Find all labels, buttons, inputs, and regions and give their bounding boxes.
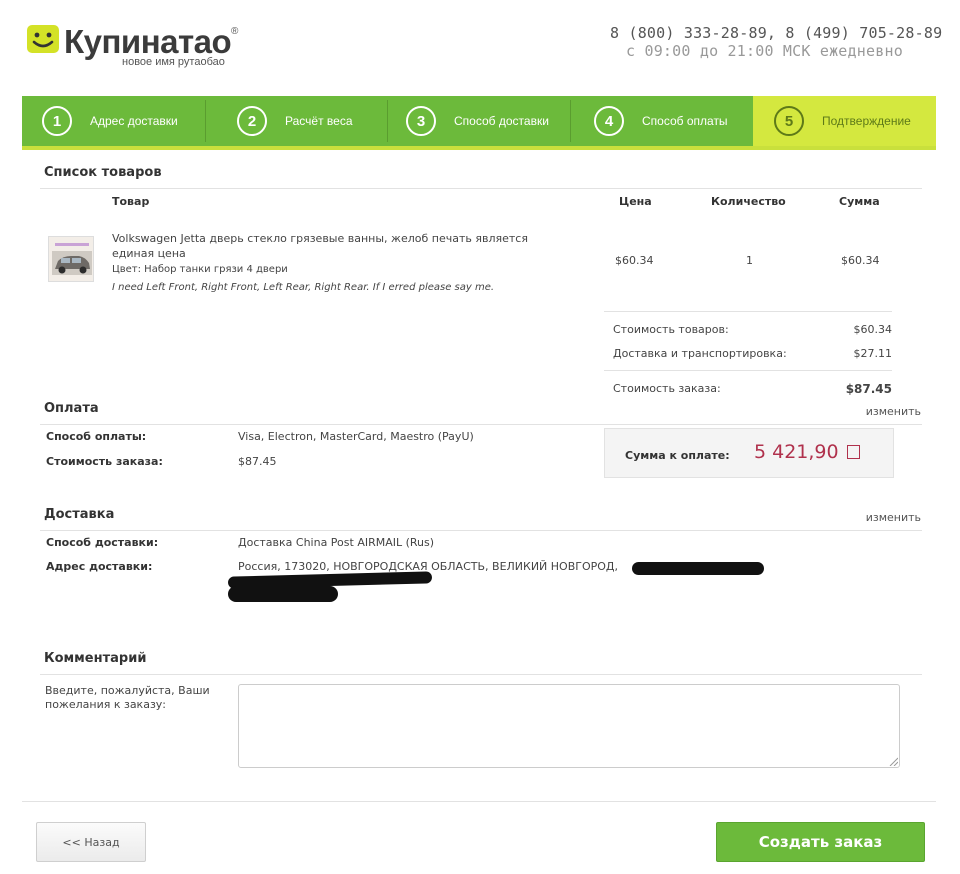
step-number: 4 <box>594 106 624 136</box>
payment-change-link[interactable]: изменить <box>866 405 921 418</box>
car-image-icon <box>49 237 93 281</box>
contact-info: 8 (800) 333-28-89, 8 (499) 705-28-89 с 0… <box>610 24 943 60</box>
delivery-method-value: Доставка China Post AIRMAIL (Rus) <box>238 536 435 549</box>
delivery-method-label: Способ доставки: <box>46 536 159 549</box>
col-header-qty: Количество <box>711 195 786 208</box>
comment-textarea[interactable] <box>238 684 900 768</box>
resize-grip-icon[interactable] <box>888 756 898 766</box>
divider <box>604 311 892 312</box>
step-delivery-method[interactable]: 3 Способ доставки <box>406 96 549 146</box>
step-address[interactable]: 1 Адрес доставки <box>42 96 178 146</box>
step-label: Способ доставки <box>454 114 549 128</box>
step-label: Расчёт веса <box>285 114 353 128</box>
divider <box>40 424 922 425</box>
col-header-sum: Сумма <box>839 195 880 208</box>
payment-method-value: Visa, Electron, MasterCard, Maestro (Pay… <box>238 430 474 443</box>
payment-cost-value: $87.45 <box>238 455 277 468</box>
step-label: Способ оплаты <box>642 114 728 128</box>
divider <box>604 370 892 371</box>
product-thumbnail[interactable] <box>48 236 94 282</box>
delivery-change-link[interactable]: изменить <box>866 511 921 524</box>
order-cost-value: $87.45 <box>845 382 892 396</box>
order-cost-label: Стоимость заказа: <box>613 382 721 395</box>
step-label: Адрес доставки <box>90 114 178 128</box>
checkout-steps: 1 Адрес доставки 2 Расчёт веса 3 Способ … <box>22 96 936 150</box>
goods-cost-label: Стоимость товаров: <box>613 323 729 336</box>
product-sum: $60.34 <box>841 254 880 267</box>
step-divider <box>570 100 571 142</box>
product-price: $60.34 <box>615 254 654 267</box>
col-header-price: Цена <box>619 195 652 208</box>
steps-underline <box>22 146 936 150</box>
payment-title: Оплата <box>44 401 99 416</box>
divider <box>40 188 922 189</box>
shipping-cost-label: Доставка и транспортировка: <box>613 347 787 360</box>
product-name[interactable]: Volkswagen Jetta дверь стекло грязевые в… <box>112 231 552 261</box>
logo-tagline: новое имя рутаобао <box>122 56 225 68</box>
step-number: 1 <box>42 106 72 136</box>
step-number: 5 <box>774 106 804 136</box>
products-title: Список товаров <box>44 165 162 180</box>
step-divider <box>205 100 206 142</box>
redaction-mark <box>228 586 338 602</box>
shipping-cost-value: $27.11 <box>853 347 893 360</box>
product-qty: 1 <box>746 254 753 267</box>
redaction-mark <box>632 562 764 575</box>
step-payment-method[interactable]: 4 Способ оплаты <box>594 96 728 146</box>
currency-icon <box>846 445 860 459</box>
delivery-address-label: Адрес доставки: <box>46 560 153 573</box>
payment-cost-label: Стоимость заказа: <box>46 455 163 468</box>
amount-due-box: Сумма к оплате: 5 421,90 <box>604 428 894 478</box>
divider <box>22 801 936 802</box>
amount-due-value: 5 421,90 <box>754 441 860 463</box>
create-order-button[interactable]: Создать заказ <box>716 822 925 862</box>
back-button[interactable]: << Назад <box>36 822 146 862</box>
amount-due-number: 5 421,90 <box>754 441 839 463</box>
product-note: I need Left Front, Right Front, Left Rea… <box>112 282 495 293</box>
divider <box>40 530 922 531</box>
logo[interactable]: Купинатао ® новое имя рутаобао <box>26 22 266 72</box>
amount-due-label: Сумма к оплате: <box>625 449 730 462</box>
logo-smile-icon <box>27 25 59 53</box>
step-label: Подтверждение <box>822 114 911 128</box>
working-hours: с 09:00 до 21:00 МСК ежедневно <box>626 42 903 60</box>
step-number: 3 <box>406 106 436 136</box>
phone-numbers: 8 (800) 333-28-89, 8 (499) 705-28-89 <box>610 24 943 42</box>
step-weight[interactable]: 2 Расчёт веса <box>237 96 353 146</box>
step-number: 2 <box>237 106 267 136</box>
step-confirmation[interactable]: 5 Подтверждение <box>774 96 911 146</box>
delivery-title: Доставка <box>44 507 115 522</box>
logo-registered-mark: ® <box>231 26 239 37</box>
comment-label: Введите, пожалуйста, Ваши пожелания к за… <box>45 684 210 711</box>
payment-method-label: Способ оплаты: <box>46 430 147 443</box>
product-color: Цвет: Набор танки грязи 4 двери <box>112 264 288 275</box>
comment-title: Комментарий <box>44 651 147 666</box>
goods-cost-value: $60.34 <box>853 323 893 336</box>
col-header-item: Товар <box>112 195 150 208</box>
divider <box>40 674 922 675</box>
step-divider <box>387 100 388 142</box>
